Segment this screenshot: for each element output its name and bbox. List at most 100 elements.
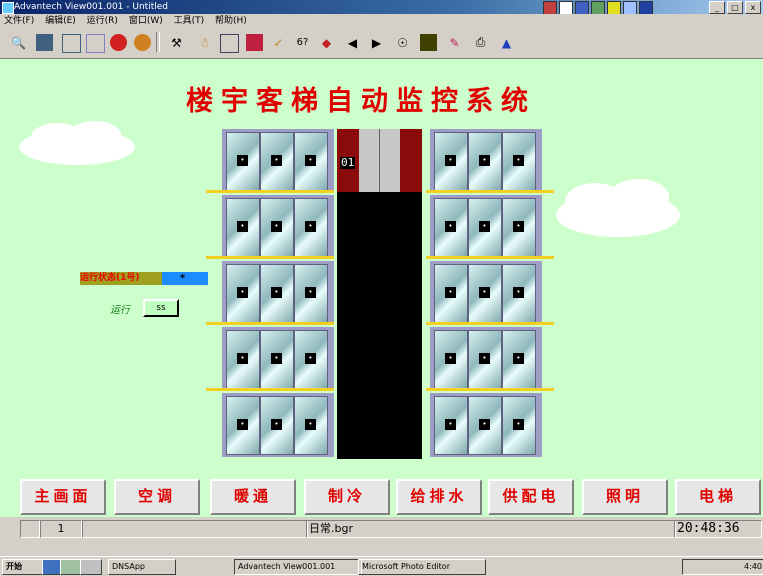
door[interactable]: • — [294, 198, 328, 257]
stop-icon[interactable] — [134, 34, 151, 51]
door[interactable]: • — [260, 198, 294, 257]
call-button-icon[interactable]: • — [479, 419, 490, 430]
door[interactable]: • — [260, 132, 294, 191]
nav-lighting-button[interactable]: 照明 — [582, 479, 668, 515]
color-icon[interactable]: ◆ — [318, 34, 335, 51]
app2-icon[interactable] — [639, 1, 653, 15]
image-icon[interactable] — [62, 34, 81, 53]
call-button-icon[interactable]: • — [479, 353, 490, 364]
close-button[interactable]: x — [745, 1, 761, 14]
door[interactable]: • — [294, 330, 328, 389]
door[interactable]: • — [226, 198, 260, 257]
elevator-car[interactable]: 01 — [337, 129, 422, 192]
task-photo-editor[interactable]: Microsoft Photo Editor — [358, 559, 486, 575]
menu-edit[interactable]: 编辑(E) — [41, 14, 80, 28]
help-icon[interactable] — [607, 1, 621, 15]
door[interactable]: • — [226, 396, 260, 455]
minimize-button[interactable]: _ — [709, 1, 725, 14]
door[interactable]: • — [260, 330, 294, 389]
call-button-icon[interactable]: • — [271, 221, 282, 232]
menu-tools[interactable]: 工具(T) — [170, 14, 209, 28]
door[interactable]: • — [468, 264, 502, 323]
nav-water-button[interactable]: 给排水 — [396, 479, 482, 515]
nav-cooling-button[interactable]: 制冷 — [304, 479, 390, 515]
door[interactable]: • — [434, 330, 468, 389]
menu-file[interactable]: 文件(F) — [0, 14, 38, 28]
call-button-icon[interactable]: • — [271, 287, 282, 298]
door[interactable]: • — [226, 132, 260, 191]
door[interactable]: • — [468, 132, 502, 191]
door[interactable]: • — [468, 198, 502, 257]
call-button-icon[interactable]: • — [271, 155, 282, 166]
menu-help[interactable]: 帮助(H) — [211, 14, 251, 28]
call-button-icon[interactable]: • — [479, 287, 490, 298]
call-button-icon[interactable]: • — [271, 419, 282, 430]
door[interactable]: • — [434, 396, 468, 455]
menu-run[interactable]: 运行(R) — [83, 14, 122, 28]
brush-icon[interactable]: ✎ — [446, 34, 463, 51]
door[interactable]: • — [294, 396, 328, 455]
door[interactable]: • — [260, 396, 294, 455]
door[interactable]: • — [260, 264, 294, 323]
call-button-icon[interactable]: • — [305, 353, 316, 364]
print-icon[interactable]: ⎙ — [472, 34, 489, 51]
door[interactable]: • — [502, 396, 536, 455]
start-button[interactable]: 开始 — [2, 559, 44, 575]
back-icon[interactable]: ◀ — [344, 34, 361, 51]
call-button-icon[interactable]: • — [513, 221, 524, 232]
nav-main-button[interactable]: 主画面 — [20, 479, 106, 515]
door[interactable]: • — [502, 198, 536, 257]
nav-elevator-button[interactable]: 电梯 — [675, 479, 761, 515]
call-button-icon[interactable]: • — [237, 287, 248, 298]
quick-launch-app-icon[interactable] — [80, 559, 102, 575]
info-icon[interactable]: ▲ — [498, 34, 515, 51]
door[interactable]: • — [502, 330, 536, 389]
save-icon[interactable] — [36, 34, 53, 51]
record-icon[interactable] — [110, 34, 127, 51]
task-advantech[interactable]: Advantech View001.001 — [234, 559, 362, 575]
call-button-icon[interactable]: • — [271, 353, 282, 364]
call-button-icon[interactable]: • — [445, 419, 456, 430]
tool-icon[interactable]: ⚒ — [168, 34, 185, 51]
doc-icon[interactable] — [559, 1, 573, 15]
check-icon[interactable]: ✓ — [270, 34, 287, 51]
door[interactable]: • — [468, 396, 502, 455]
nav-power-button[interactable]: 供配电 — [488, 479, 574, 515]
search-icon[interactable]: 🔍 — [10, 34, 27, 51]
door[interactable]: • — [434, 198, 468, 257]
call-button-icon[interactable]: • — [479, 155, 490, 166]
call-button-icon[interactable]: • — [445, 221, 456, 232]
tool-icon[interactable] — [543, 1, 557, 15]
run-toggle[interactable]: ss — [143, 299, 179, 317]
maximize-button[interactable]: □ — [727, 1, 743, 14]
forward-icon[interactable]: ▶ — [368, 34, 385, 51]
door[interactable]: • — [502, 264, 536, 323]
call-button-icon[interactable]: • — [513, 155, 524, 166]
door[interactable]: • — [226, 330, 260, 389]
call-button-icon[interactable]: • — [305, 287, 316, 298]
edit-icon[interactable] — [220, 34, 239, 53]
door[interactable]: • — [434, 264, 468, 323]
door[interactable]: • — [468, 330, 502, 389]
chart-icon[interactable] — [86, 34, 105, 53]
folder-icon[interactable]: ☃ — [196, 34, 213, 51]
call-button-icon[interactable]: • — [305, 221, 316, 232]
door[interactable]: • — [434, 132, 468, 191]
menu-window[interactable]: 窗口(W) — [125, 14, 167, 28]
net-icon[interactable] — [591, 1, 605, 15]
call-button-icon[interactable]: • — [237, 155, 248, 166]
monitor-icon[interactable] — [623, 1, 637, 15]
call-button-icon[interactable]: • — [237, 221, 248, 232]
nav-heating-button[interactable]: 暖通 — [210, 479, 296, 515]
call-button-icon[interactable]: • — [445, 287, 456, 298]
nav-aircon-button[interactable]: 空调 — [114, 479, 200, 515]
call-button-icon[interactable]: • — [445, 353, 456, 364]
zoom-icon[interactable]: ☉ — [394, 34, 411, 51]
call-button-icon[interactable]: • — [237, 353, 248, 364]
call-button-icon[interactable]: • — [237, 419, 248, 430]
barcode-icon[interactable] — [420, 34, 437, 51]
call-button-icon[interactable]: • — [479, 221, 490, 232]
door[interactable]: • — [294, 264, 328, 323]
door[interactable]: • — [226, 264, 260, 323]
call-button-icon[interactable]: • — [305, 419, 316, 430]
